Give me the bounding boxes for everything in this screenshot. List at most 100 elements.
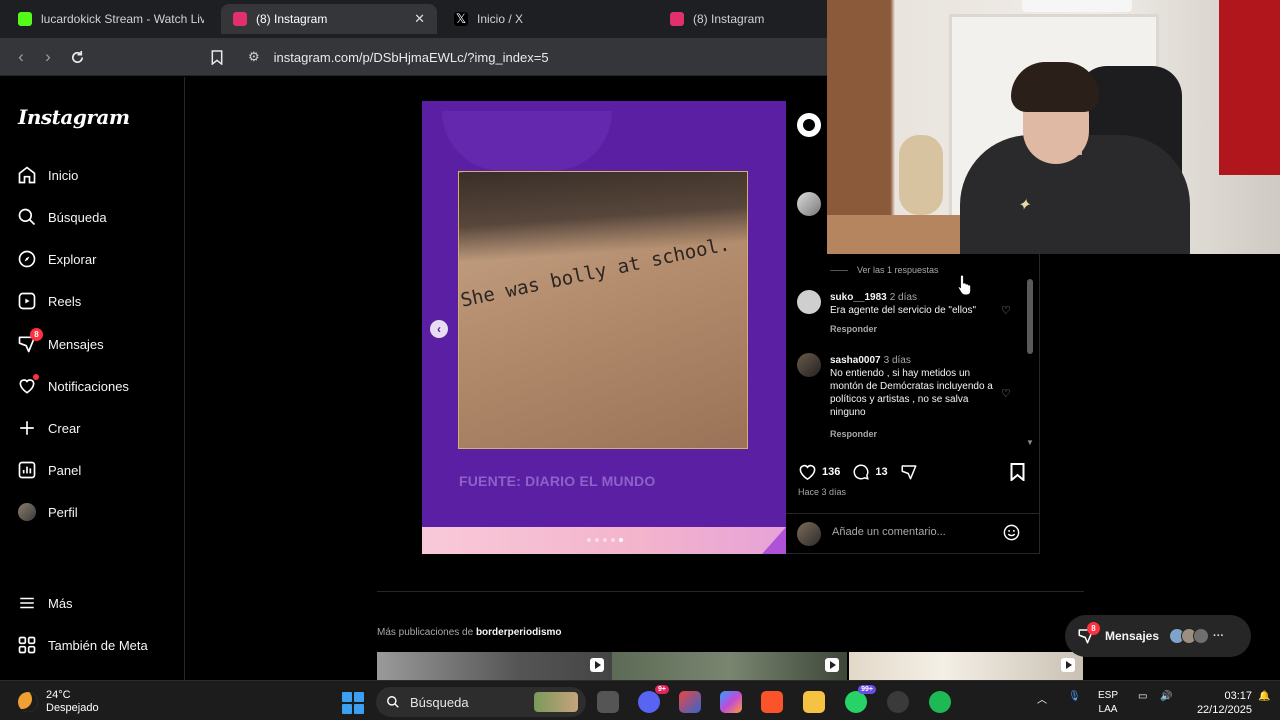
sidebar-item-label: Explorar [48,251,97,267]
view-replies-link[interactable]: Ver las 1 respuestas [830,265,939,275]
share-icon [901,465,917,480]
address-bar[interactable]: ⚙ instagram.com/p/DSbHjmaEWLc/?img_index… [238,43,838,71]
app-icon[interactable] [679,691,701,713]
tab-instagram-2[interactable]: (8) Instagram [658,4,826,34]
comments-scrollbar[interactable] [1027,279,1033,354]
sidebar-item-label: También de Meta [48,637,148,653]
sidebar-item-busqueda[interactable]: Búsqueda [16,205,107,229]
windows-start-icon[interactable] [342,692,364,714]
discord-badge: 9+ [655,685,669,694]
like-comment-icon[interactable]: ♡ [1001,304,1011,317]
compass-icon [16,248,38,270]
forward-icon[interactable]: › [37,46,59,68]
app-icon[interactable] [887,691,909,713]
post-carousel-image[interactable]: She was bolly at school. FUENTE: DIARIO … [422,101,786,554]
sidebar-item-explorar[interactable]: Explorar [16,247,96,271]
spotify-icon[interactable] [929,691,951,713]
my-avatar [797,522,821,546]
chart-icon [16,459,38,481]
account-avatar[interactable] [797,113,821,137]
comment-button[interactable]: 13 [852,463,888,481]
commenter-avatar[interactable] [797,192,821,216]
microphone-icon[interactable]: 🎙 [1068,691,1081,702]
carousel-prev-button[interactable]: ‹ [430,320,448,338]
comment-username[interactable]: sasha0007 [830,355,881,366]
recent-contacts [1169,628,1210,644]
reel-icon [590,658,604,672]
close-tab-icon[interactable]: ✕ [414,11,425,27]
carousel-dot-active [619,538,623,542]
notification-center-icon[interactable]: 🔔 [1258,691,1270,702]
copilot-icon[interactable] [720,691,742,713]
search-icon [16,206,38,228]
reply-button[interactable]: Responder [830,429,877,439]
language-code: ESP [1098,690,1119,701]
reply-button[interactable]: Responder [830,324,877,334]
tab-x[interactable]: 𝕏 Inicio / X [442,4,652,34]
comment-username[interactable]: suko__1983 [830,292,887,303]
emoji-icon[interactable] [1002,523,1021,547]
whatsapp-icon[interactable]: 99+ [845,685,876,713]
reload-icon[interactable] [66,46,88,68]
file-explorer-icon[interactable] [803,691,825,713]
taskbar-search[interactable]: Búsqueda [376,687,586,717]
sidebar-item-crear[interactable]: Crear [16,416,81,440]
tab-instagram-active[interactable]: (8) Instagram ✕ [221,4,437,34]
comment-item: suko__1983 2 días Era agente del servicio… [830,291,1000,317]
sidebar-item-mensajes[interactable]: 8 Mensajes [16,328,104,356]
carousel-dot [611,538,615,542]
brave-browser-icon[interactable] [761,691,783,713]
comments-count: 13 [875,466,888,478]
save-button[interactable] [1010,463,1025,486]
sidebar-item-reels[interactable]: Reels [16,289,81,313]
add-comment-input[interactable]: Añade un comentario... [832,526,946,538]
post-timestamp: Hace 3 días [798,487,847,497]
source-caption: FUENTE: DIARIO EL MUNDO [459,473,656,489]
notification-dot [33,374,39,380]
reels-icon [16,290,38,312]
post-photo: She was bolly at school. [458,171,748,449]
back-icon[interactable]: ‹ [10,46,32,68]
site-settings-icon[interactable]: ⚙ [248,49,260,65]
sidebar-item-perfil[interactable]: Perfil [16,500,78,524]
decorative-shape [442,111,612,171]
instagram-logo[interactable]: Instagram [18,105,130,129]
more-posts-prefix: Más publicaciones de [377,627,474,638]
messages-floating-button[interactable]: 8 Mensajes ··· [1065,615,1251,657]
tab-kick[interactable]: lucardokick Stream - Watch Live o [6,4,216,34]
scroll-down-arrow[interactable]: ▼ [1026,438,1034,447]
input-language[interactable]: ESP LAA [1098,689,1118,717]
more-post-thumbnail[interactable] [849,652,1083,680]
more-posts-account-link[interactable]: borderperiodismo [476,627,562,638]
sidebar-item-inicio[interactable]: Inicio [16,163,78,187]
sidebar-item-label: Perfil [48,504,78,520]
sidebar-item-mas[interactable]: Más [16,591,73,615]
more-post-thumbnail[interactable] [612,652,847,680]
chevron-up-icon[interactable]: ︿ [1037,691,1047,706]
sidebar-item-tambien-de-meta[interactable]: También de Meta [16,633,148,657]
share-button[interactable] [900,463,923,481]
display-icon[interactable]: ▭ [1138,691,1147,702]
bookmark-icon [1010,463,1025,483]
weather-widget[interactable]: 24°C Despejado [18,689,99,715]
tab-title: Inicio / X [477,12,524,26]
whatsapp-badge: 99+ [858,685,876,694]
discord-icon[interactable]: 9+ [638,685,669,713]
commenter-avatar[interactable] [797,290,821,314]
like-button[interactable]: 136 [798,463,840,481]
instagram-icon [670,12,684,26]
volume-icon[interactable]: 🔊 [1160,691,1172,702]
commenter-avatar[interactable] [797,353,821,377]
system-clock[interactable]: 03:17 22/12/2025 [1194,689,1252,717]
menu-icon [16,592,38,614]
clock-time: 03:17 [1224,690,1252,702]
comment-item: sasha0007 3 días No entiendo , si hay met… [830,354,1000,419]
sidebar-item-notificaciones[interactable]: Notificaciones [16,374,129,398]
like-comment-icon[interactable]: ♡ [1001,387,1011,400]
task-view-icon[interactable] [597,691,619,713]
more-post-thumbnail[interactable] [377,652,612,680]
carousel-dot [603,538,607,542]
comment-text: No entiendo , si hay metidos un montón d… [830,368,993,418]
bookmark-icon[interactable] [206,46,228,68]
sidebar-item-panel[interactable]: Panel [16,458,81,482]
